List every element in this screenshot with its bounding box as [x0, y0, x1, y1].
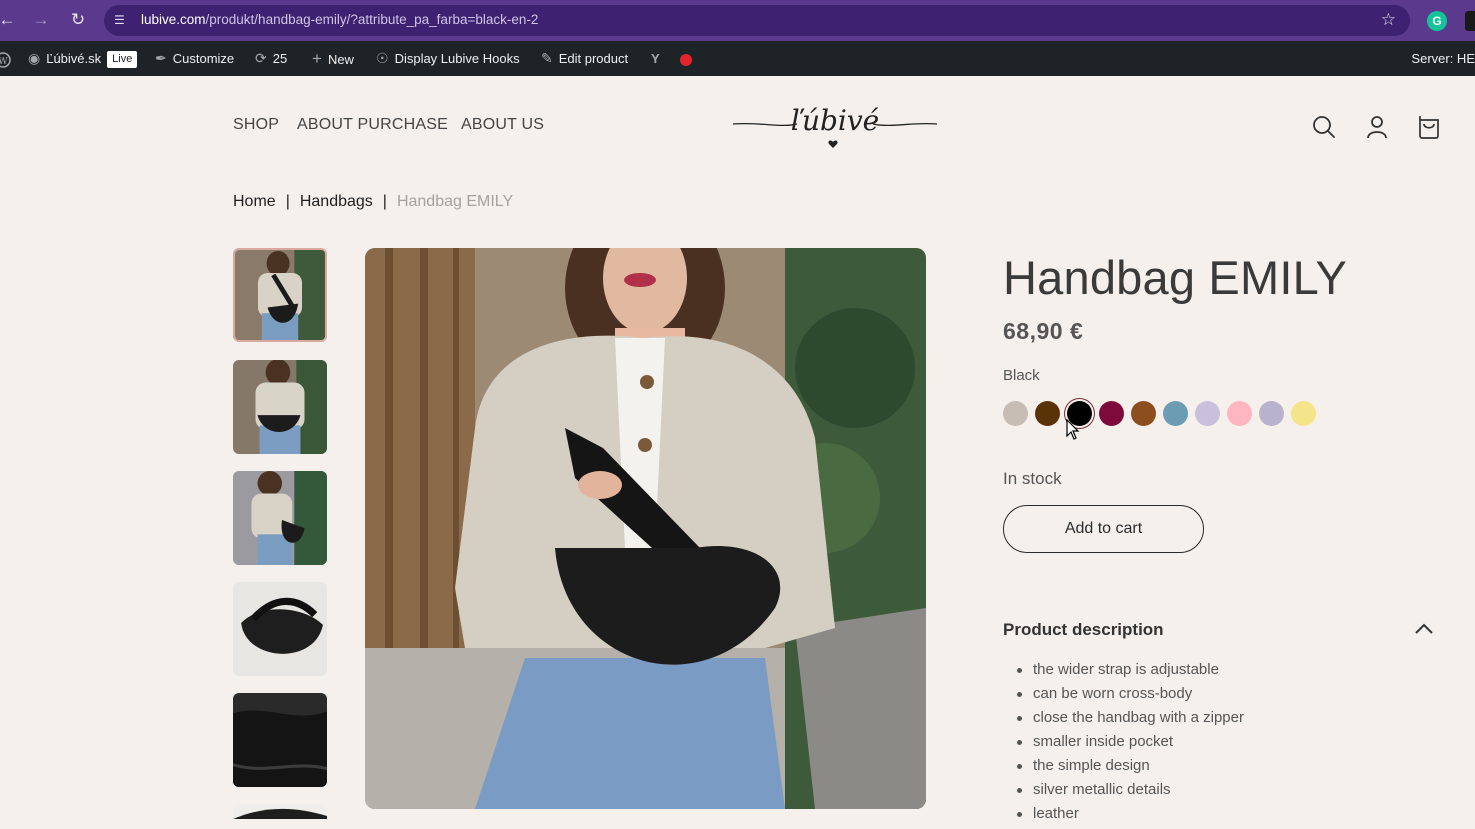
product-thumbnail[interactable] — [233, 360, 327, 454]
logo-text: ľúbivé — [791, 104, 880, 137]
yoast-seo-icon[interactable]: Y — [651, 41, 660, 76]
new-content-menu[interactable]: + New — [312, 41, 354, 76]
product-description-list: the wider strap is adjustable can be worn… — [1015, 659, 1244, 827]
product-description-toggle[interactable]: Product description — [1003, 620, 1164, 640]
description-item: smaller inside pocket — [1015, 731, 1244, 755]
color-swatch-dark-brown[interactable] — [1035, 401, 1060, 426]
product-thumbnail[interactable] — [233, 248, 327, 342]
color-swatch-lilac[interactable] — [1259, 401, 1284, 426]
site-info-icon[interactable]: ☰ — [114, 12, 130, 28]
breadcrumb-separator: | — [285, 193, 290, 210]
stock-status: In stock — [1003, 469, 1062, 488]
brush-icon: ✒ — [155, 50, 167, 66]
address-bar[interactable]: ☰ lubive.com/produkt/handbag-emily/?attr… — [104, 5, 1410, 36]
color-swatch-pink[interactable] — [1227, 401, 1252, 426]
product-main-image[interactable] — [365, 248, 926, 809]
nav-shop[interactable]: SHOP — [233, 116, 279, 134]
description-item: close the handbag with a zipper — [1015, 707, 1244, 731]
selected-color-label: Black — [1003, 367, 1040, 384]
live-badge: Live — [107, 51, 138, 69]
color-swatch-yellow[interactable] — [1291, 401, 1316, 426]
nav-about-purchase[interactable]: ABOUT PURCHASE — [297, 116, 448, 134]
plus-icon: + — [312, 49, 322, 68]
color-swatch-beige[interactable] — [1003, 401, 1028, 426]
mouse-cursor-icon — [1066, 419, 1080, 440]
color-swatch-burgundy[interactable] — [1099, 401, 1124, 426]
server-info: Server: HE — [1411, 51, 1475, 66]
pencil-icon: ✎ — [541, 50, 553, 66]
product-thumbnail[interactable] — [233, 693, 327, 787]
extension-icon[interactable] — [1465, 11, 1475, 31]
account-icon[interactable] — [1364, 114, 1390, 140]
star-icon[interactable]: ☆ — [1381, 10, 1396, 30]
url-text[interactable]: lubive.com/produkt/handbag-emily/?attrib… — [141, 12, 538, 27]
search-icon[interactable] — [1311, 114, 1337, 140]
site-name-menu[interactable]: ◉ Ľúbivé.sk Live — [28, 41, 138, 76]
breadcrumb-category[interactable]: Handbags — [300, 193, 373, 210]
cart-icon[interactable] — [1416, 114, 1442, 140]
color-swatch-cognac[interactable] — [1131, 401, 1156, 426]
breadcrumb: Home | Handbags | Handbag EMILY — [233, 193, 513, 211]
nav-about-us[interactable]: ABOUT US — [461, 116, 544, 134]
breadcrumb-current: Handbag EMILY — [396, 193, 514, 210]
wordpress-icon[interactable]: W — [0, 41, 11, 76]
dashboard-icon: ◉ — [28, 50, 41, 66]
back-arrow-icon[interactable]: ← — [0, 9, 18, 31]
breadcrumb-separator: | — [382, 193, 387, 210]
updates-icon: ⟳ — [255, 50, 267, 66]
description-item: the simple design — [1015, 755, 1244, 779]
svg-text:W: W — [0, 57, 8, 67]
grammarly-extension-icon[interactable]: G — [1427, 11, 1447, 31]
product-thumbnail[interactable] — [233, 471, 327, 565]
product-thumbnail[interactable] — [233, 804, 327, 819]
description-item: leather — [1015, 803, 1244, 827]
display-hooks-link[interactable]: ☉ Display Lubive Hooks — [376, 41, 520, 76]
customize-link[interactable]: ✒ Customize — [155, 41, 234, 76]
wp-admin-bar: W ◉ Ľúbivé.sk Live ✒ Customize ⟳ 25 + New ☉ Di… — [0, 41, 1475, 76]
description-item: silver metallic details — [1015, 779, 1244, 803]
product-price: 68,90 € — [1003, 318, 1084, 344]
browser-toolbar: ← → ↻ ☰ lubive.com/produkt/handbag-emily… — [0, 0, 1475, 41]
description-item: can be worn cross-body — [1015, 683, 1244, 707]
eye-icon: ☉ — [376, 50, 389, 66]
product-title: Handbag EMILY — [1003, 251, 1347, 304]
product-thumbnail[interactable] — [233, 582, 327, 676]
color-swatch-lavender[interactable] — [1195, 401, 1220, 426]
color-swatch-blue[interactable] — [1163, 401, 1188, 426]
site-logo[interactable]: ľúbivé — [731, 98, 939, 152]
add-to-cart-button[interactable]: Add to cart — [1003, 505, 1204, 553]
chevron-up-icon[interactable] — [1413, 621, 1435, 637]
description-item: the wider strap is adjustable — [1015, 659, 1244, 683]
seo-status-dot[interactable] — [680, 54, 692, 66]
updates-link[interactable]: ⟳ 25 — [255, 41, 287, 76]
forward-arrow-icon[interactable]: → — [30, 9, 52, 31]
breadcrumb-home[interactable]: Home — [233, 193, 276, 210]
reload-icon[interactable]: ↻ — [67, 9, 89, 31]
edit-product-link[interactable]: ✎ Edit product — [541, 41, 628, 76]
